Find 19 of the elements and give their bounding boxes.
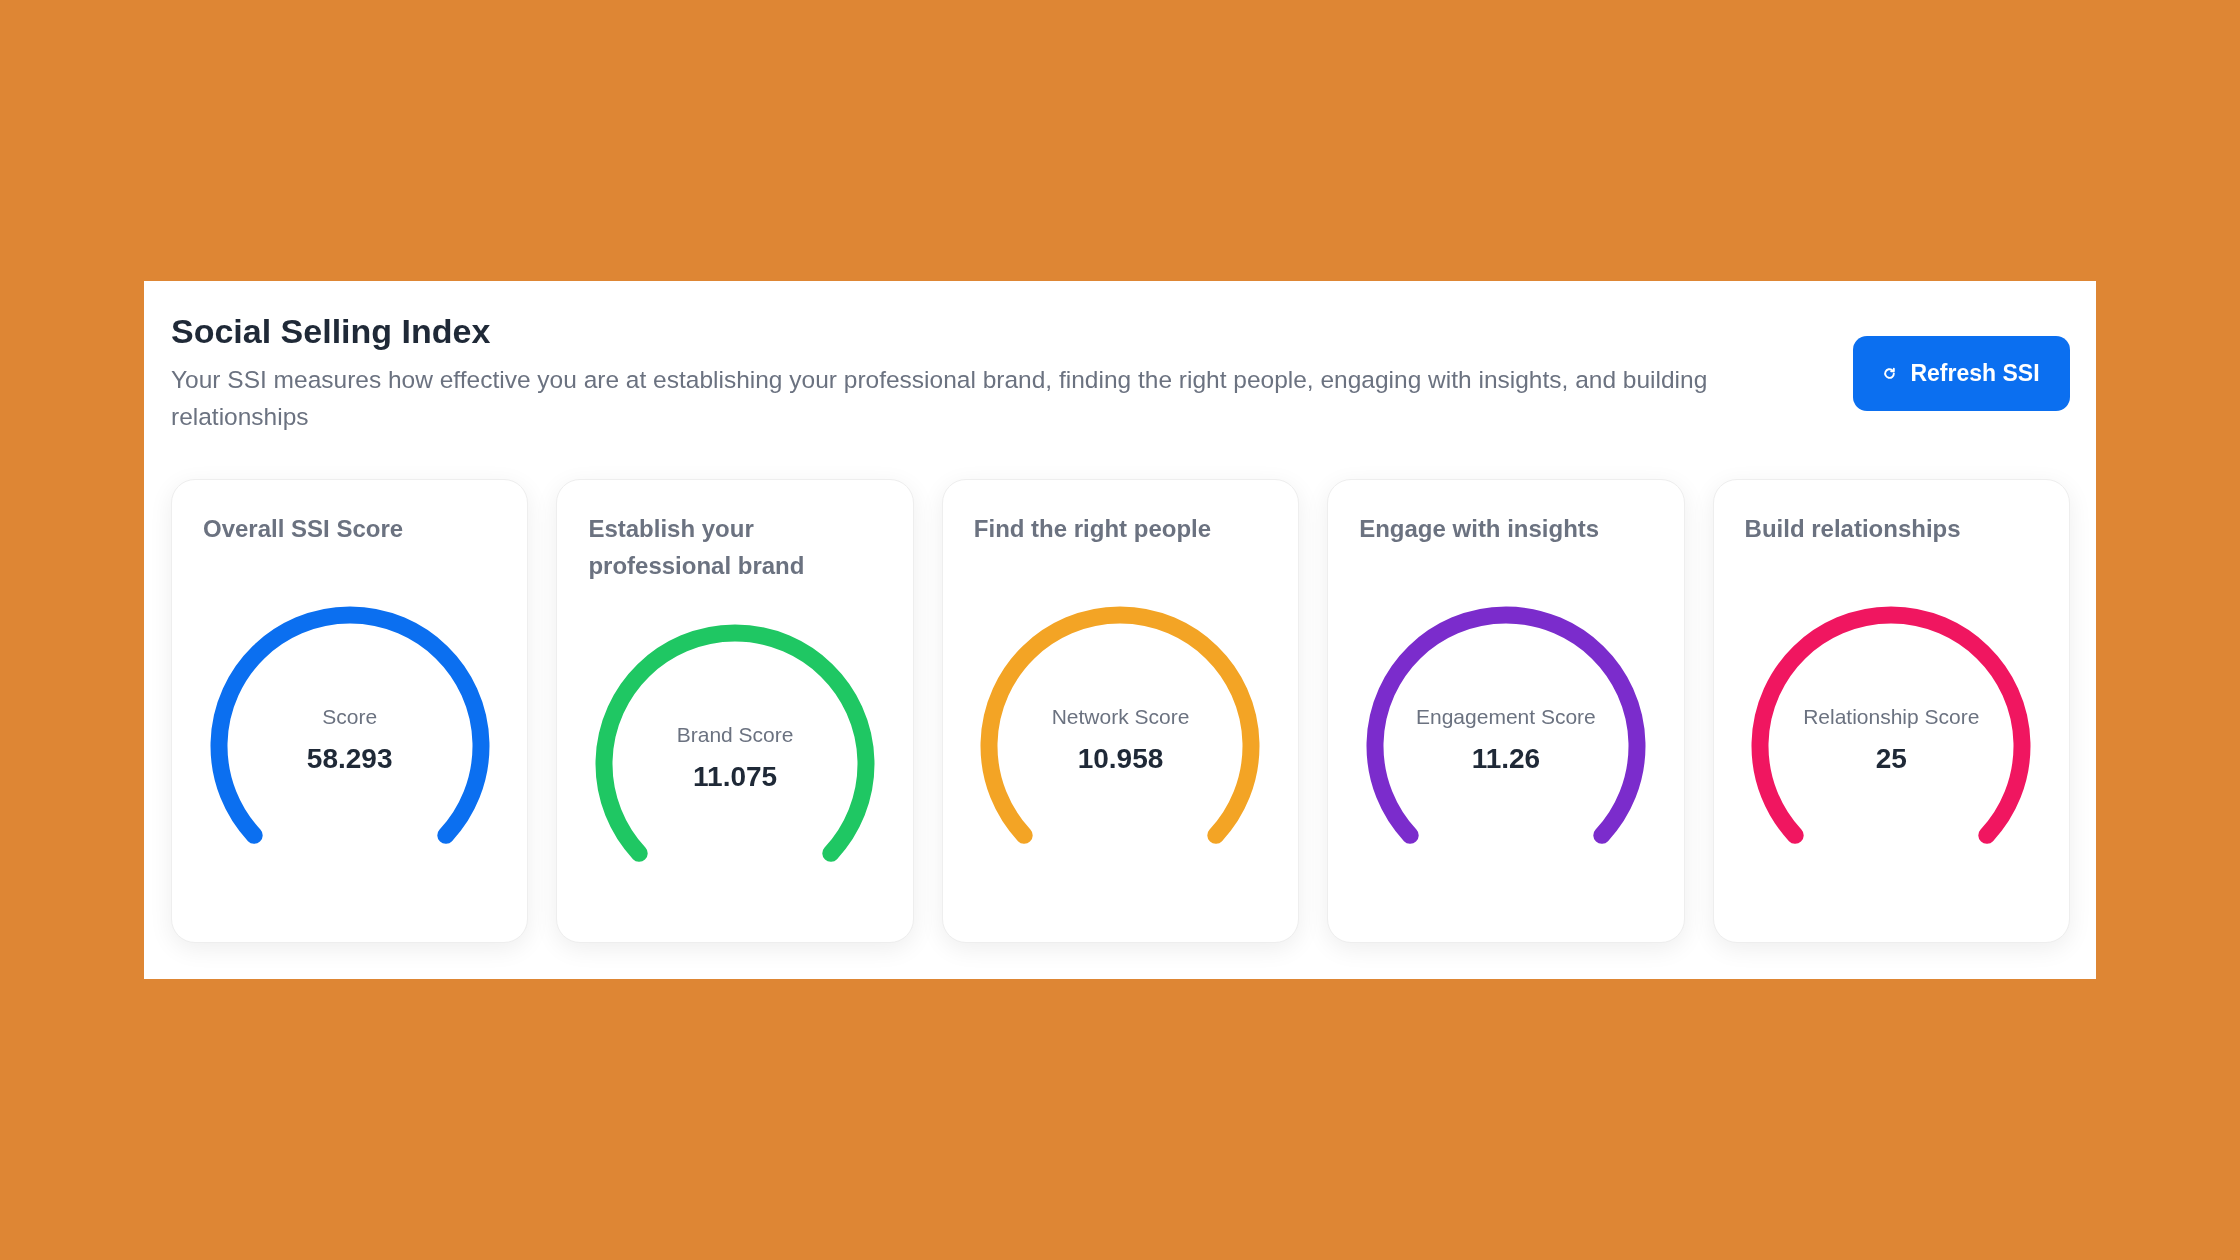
gauge-value: 11.26: [1471, 741, 1541, 776]
gauge-value: 25: [1875, 741, 1907, 776]
gauge-value: 10.958: [1077, 741, 1164, 776]
gauge-label: Network Score: [1051, 703, 1190, 729]
card-title: Engage with insights: [1359, 514, 1601, 544]
gauge-label: Score: [322, 703, 378, 729]
card-title: Find the right people: [973, 514, 1213, 544]
gauge-value: 58.293: [306, 741, 393, 776]
gauge-label: Relationship Score: [1803, 703, 1980, 729]
panel-description: Your SSI measures how effective you are at establishing your professional brand, finding the right people, engaging with insights, and building relationships: [171, 365, 1709, 432]
card-title: Establish your professional brand: [588, 514, 806, 581]
gauge-label: Brand Score: [676, 722, 794, 747]
gauge-value: 11.075: [693, 760, 778, 794]
gauge-label: Engagement Score: [1416, 703, 1596, 729]
card-title: Build relationships: [1744, 514, 1962, 544]
card-title: Overall SSI Score: [203, 514, 405, 544]
refresh-icon: [1883, 366, 1897, 380]
panel-title: Social Selling Index: [171, 311, 492, 351]
refresh-button[interactable]: Refresh SSI: [1853, 335, 2070, 411]
